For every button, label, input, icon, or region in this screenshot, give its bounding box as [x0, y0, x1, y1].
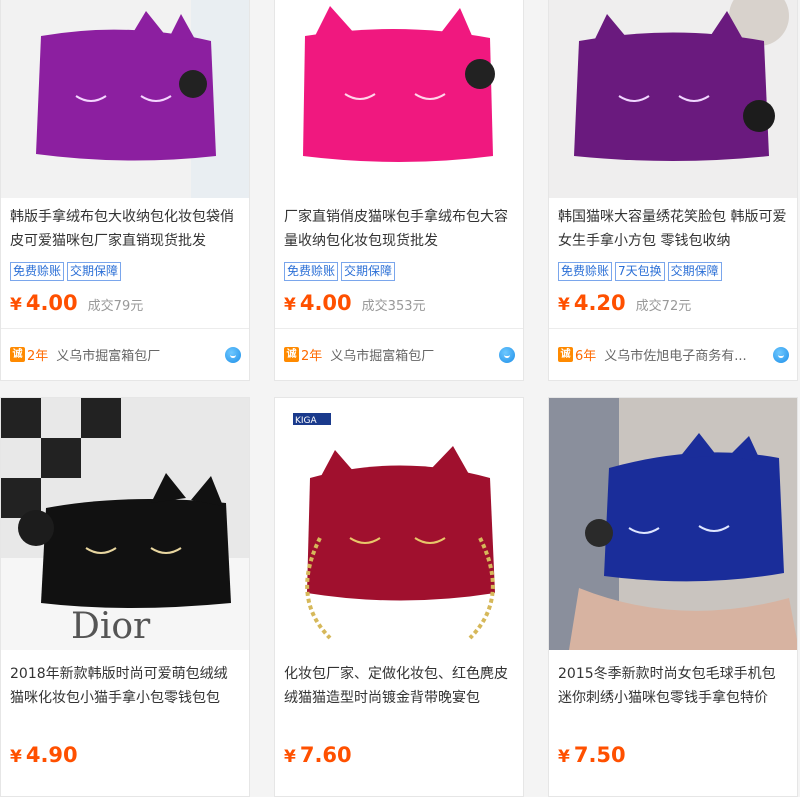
- tag-delivery-guarantee: 交期保障: [67, 262, 122, 281]
- seller-years: 2年: [27, 349, 49, 364]
- divider: [275, 328, 523, 329]
- seller-years: 2年: [301, 349, 323, 364]
- service-tags: 免费赊账 7天包换 交期保障: [558, 262, 722, 281]
- image-logo-text: KIGA: [295, 416, 318, 426]
- product-image[interactable]: [549, 0, 797, 198]
- divider: [1, 328, 249, 329]
- seller-row: 诚 6年 义乌市佐旭电子商务有...: [558, 345, 789, 364]
- tag-free-credit: 免费赊账: [10, 262, 65, 281]
- tag-free-credit: 免费赊账: [558, 262, 613, 281]
- product-card[interactable]: 2015冬季新款时尚女包毛球手机包迷你刺绣小猫咪包零钱手拿包特价 ¥ 7.50: [548, 397, 798, 797]
- sold-amount: 成交353元: [361, 299, 426, 314]
- price: 4.00: [25, 291, 78, 315]
- product-image[interactable]: [275, 0, 523, 198]
- service-tags: 免费赊账 交期保障: [10, 262, 122, 281]
- service-tags: 免费赊账 交期保障: [284, 262, 396, 281]
- product-title[interactable]: 韩版手拿绒布包大收纳包化妆包袋俏皮可爱猫咪包厂家直销现货批发: [10, 205, 241, 253]
- tag-7-day-exchange: 7天包换: [615, 262, 665, 281]
- tag-delivery-guarantee: 交期保障: [341, 262, 396, 281]
- tag-free-credit: 免费赊账: [284, 262, 339, 281]
- currency-symbol: ¥: [284, 747, 296, 767]
- price-row: ¥ 4.00 成交353元: [284, 291, 426, 315]
- product-title[interactable]: 厂家直销俏皮猫咪包手拿绒布包大容量收纳包化妆包现货批发: [284, 205, 515, 253]
- currency-symbol: ¥: [10, 747, 22, 767]
- sold-amount: 成交79元: [87, 299, 144, 314]
- product-title[interactable]: 2018年新款韩版时尚可爱萌包绒绒猫咪化妆包小猫手拿小包零钱包包: [10, 662, 241, 710]
- chat-icon[interactable]: [225, 346, 241, 363]
- product-image[interactable]: Dior: [1, 398, 249, 650]
- shop-name[interactable]: 义乌市掘富箱包厂: [330, 345, 495, 364]
- product-image[interactable]: [1, 0, 249, 198]
- product-card[interactable]: 厂家直销俏皮猫咪包手拿绒布包大容量收纳包化妆包现货批发 免费赊账 交期保障 ¥ …: [274, 0, 524, 381]
- price-row: ¥ 4.20 成交72元: [558, 291, 691, 315]
- price-row: ¥ 7.60: [284, 743, 352, 767]
- seller-row: 诚 2年 义乌市掘富箱包厂: [10, 345, 241, 364]
- price-row: ¥ 7.50: [558, 743, 626, 767]
- product-card[interactable]: KIGA 化妆包厂家、定做化妆包、红色麂皮绒猫猫造型时尚镀金背带晚宴包 ¥ 7.…: [274, 397, 524, 797]
- product-image[interactable]: [549, 398, 797, 650]
- product-card[interactable]: Dior 2018年新款韩版时尚可爱萌包绒绒猫咪化妆包小猫手拿小包零钱包包 ¥ …: [0, 397, 250, 797]
- chat-icon[interactable]: [499, 346, 515, 363]
- price-row: ¥ 4.00 成交79元: [10, 291, 143, 315]
- trust-badge-icon: 诚: [10, 347, 25, 362]
- currency-symbol: ¥: [558, 295, 570, 315]
- product-image[interactable]: KIGA: [275, 398, 523, 650]
- price: 4.20: [573, 291, 626, 315]
- currency-symbol: ¥: [284, 295, 296, 315]
- currency-symbol: ¥: [10, 295, 22, 315]
- shop-name[interactable]: 义乌市掘富箱包厂: [56, 345, 221, 364]
- product-card[interactable]: 韩国猫咪大容量绣花笑脸包 韩版可爱女生手拿小方包 零钱包收纳 免费赊账 7天包换…: [548, 0, 798, 381]
- price: 4.90: [25, 743, 78, 767]
- divider: [549, 328, 797, 329]
- price-row: ¥ 4.90: [10, 743, 78, 767]
- product-title[interactable]: 韩国猫咪大容量绣花笑脸包 韩版可爱女生手拿小方包 零钱包收纳: [558, 205, 789, 253]
- price: 7.50: [573, 743, 626, 767]
- sold-amount: 成交72元: [635, 299, 692, 314]
- currency-symbol: ¥: [558, 747, 570, 767]
- image-brand-text: Dior: [71, 606, 151, 647]
- price: 7.60: [299, 743, 352, 767]
- seller-years: 6年: [575, 349, 597, 364]
- product-title[interactable]: 2015冬季新款时尚女包毛球手机包迷你刺绣小猫咪包零钱手拿包特价: [558, 662, 789, 710]
- chat-icon[interactable]: [773, 346, 789, 363]
- price: 4.00: [299, 291, 352, 315]
- tag-delivery-guarantee: 交期保障: [667, 262, 722, 281]
- trust-badge-icon: 诚: [284, 347, 299, 362]
- trust-badge-icon: 诚: [558, 347, 573, 362]
- product-title[interactable]: 化妆包厂家、定做化妆包、红色麂皮绒猫猫造型时尚镀金背带晚宴包: [284, 662, 515, 710]
- product-card[interactable]: 韩版手拿绒布包大收纳包化妆包袋俏皮可爱猫咪包厂家直销现货批发 免费赊账 交期保障…: [0, 0, 250, 381]
- seller-row: 诚 2年 义乌市掘富箱包厂: [284, 345, 515, 364]
- shop-name[interactable]: 义乌市佐旭电子商务有...: [604, 345, 769, 364]
